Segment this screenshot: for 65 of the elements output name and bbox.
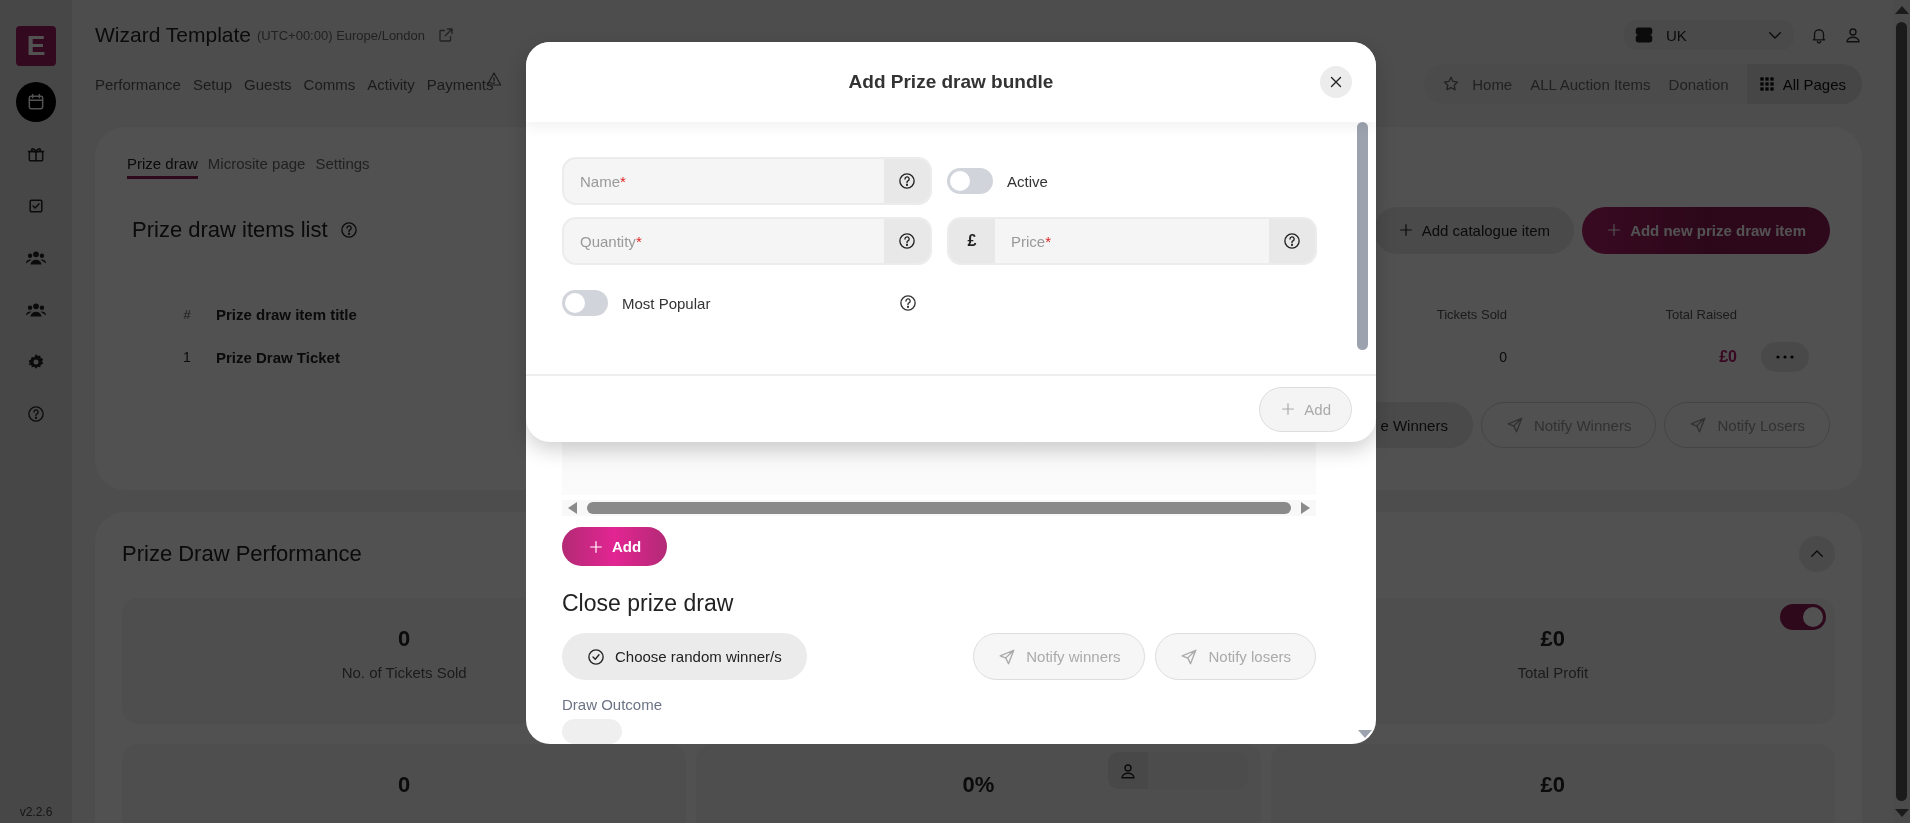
plus-icon (1397, 222, 1414, 238)
send-icon (1689, 416, 1708, 434)
section-title: Close prize draw (562, 589, 735, 619)
toggle-switch[interactable] (562, 290, 608, 316)
table-cell-text: 0 (1498, 348, 1508, 367)
help-icon (898, 232, 916, 250)
plus-icon (1606, 222, 1623, 238)
server-icon (1634, 25, 1654, 45)
star-icon (1442, 75, 1461, 93)
section-title: Prize draw items list (132, 217, 328, 243)
collapse-button[interactable] (1799, 536, 1835, 572)
close-button[interactable] (1320, 66, 1352, 98)
add-catalogue-button[interactable]: Add catalogue item (1373, 206, 1575, 254)
event-title: Wizard Template (95, 23, 251, 47)
add-button[interactable]: Add (562, 527, 668, 567)
calendar-icon (26, 92, 46, 112)
price-field[interactable]: £ Price* (947, 217, 1317, 265)
external-link-icon (437, 26, 456, 44)
stat-value: £0 (1540, 772, 1566, 798)
help-icon (899, 294, 917, 312)
table-cell-text: 1 (182, 348, 192, 367)
section-title: Prize Draw Performance (122, 541, 362, 567)
choose-winner-button[interactable]: Choose random winner/s (562, 633, 807, 681)
add-item-button[interactable]: Add new prize draw item (1582, 206, 1830, 254)
plus-icon (1280, 401, 1297, 417)
plus-icon (588, 538, 604, 555)
dialog-title: Add Prize draw bundle (848, 71, 1054, 93)
send-icon (1180, 647, 1199, 666)
scroll-down-icon[interactable] (1358, 730, 1372, 738)
user-icon (1844, 26, 1862, 44)
stat-value: 0 (398, 626, 411, 652)
checkbox-icon (26, 196, 46, 216)
horizontal-scrollbar[interactable] (562, 499, 1316, 517)
text-field[interactable]: Name* (562, 157, 932, 205)
scrollbar[interactable] (1357, 122, 1368, 350)
send-icon (998, 647, 1017, 666)
column-header: # (182, 305, 192, 324)
check-circle-icon (587, 647, 605, 666)
toggle-switch[interactable] (1780, 604, 1826, 630)
toggle-label: Most Popular (622, 294, 711, 312)
bell-icon (1810, 26, 1828, 44)
toggle-switch[interactable] (947, 168, 993, 194)
tab[interactable]: Prize draw (127, 151, 198, 179)
table-cell-text: £0 (1718, 347, 1738, 367)
help-icon (898, 172, 916, 190)
help-icon (339, 221, 358, 239)
stat-value: 0 (398, 772, 411, 798)
text-field[interactable]: Quantity* (562, 217, 932, 265)
grid-icon (1758, 76, 1775, 92)
pill-control[interactable] (562, 719, 622, 744)
send-icon (1505, 416, 1524, 434)
help-icon (27, 405, 45, 423)
table-cell-text: Prize Draw Ticket (215, 347, 340, 368)
field-label: Draw Outcome (562, 696, 664, 714)
all-pages-button[interactable]: All Pages (1746, 64, 1862, 104)
app-logo[interactable]: E (16, 26, 56, 66)
sidebar-item[interactable] (16, 82, 56, 122)
user-icon (1119, 761, 1138, 780)
toggle-label: Active (1007, 172, 1048, 190)
column-header: Prize draw item title (215, 304, 357, 325)
more-button[interactable] (1761, 342, 1809, 372)
stat-value: £0 (1540, 626, 1566, 652)
help-icon (1283, 232, 1301, 250)
stat-value: 0% (962, 772, 995, 798)
more-icon (1776, 355, 1794, 359)
